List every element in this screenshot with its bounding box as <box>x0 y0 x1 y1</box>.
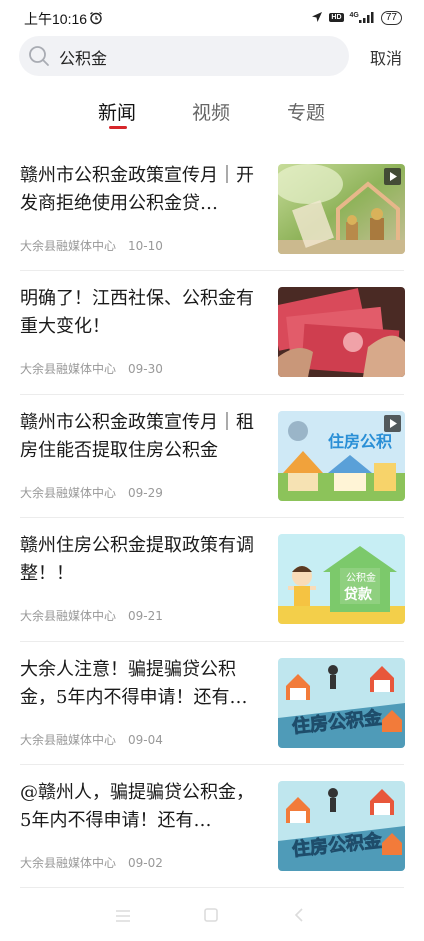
battery-indicator: 77 <box>380 10 402 25</box>
divider <box>20 641 404 642</box>
list-item[interactable]: 赣州住房公积金提取政策有调整！！ 大余县融媒体中心 09-21 公积金 贷款 <box>0 530 424 640</box>
system-navigation-bar <box>0 895 424 935</box>
menu-icon[interactable] <box>116 907 130 926</box>
article-thumbnail[interactable]: 住房公积金 <box>278 781 405 871</box>
search-input[interactable]: 公积金 <box>59 45 107 69</box>
home-icon[interactable] <box>204 907 218 926</box>
article-date: 09-04 <box>128 733 163 747</box>
play-icon <box>384 415 401 432</box>
article-date: 09-30 <box>128 362 163 376</box>
thumbnail-text: 贷款 <box>344 586 373 603</box>
article-thumbnail[interactable] <box>278 164 405 254</box>
article-meta: 大余县融媒体中心 09-21 <box>20 607 163 624</box>
article-thumbnail[interactable] <box>278 287 405 377</box>
article-title[interactable]: @赣州人，骗提骗贷公积金，5年内不得申请！还有… <box>20 779 258 835</box>
divider <box>20 764 404 765</box>
article-meta: 大余县融媒体中心 10-10 <box>20 237 163 254</box>
divider <box>20 887 404 888</box>
article-source: 大余县融媒体中心 <box>20 239 117 253</box>
list-item[interactable]: 明确了！江西社保、公积金有重大变化！ 大余县融媒体中心 09-30 <box>0 283 424 393</box>
active-tab-indicator <box>109 126 127 129</box>
list-item[interactable]: 赣州市公积金政策宣传月｜租房住能否提取住房公积金 大余县融媒体中心 09-29 住… <box>0 407 424 517</box>
search-icon <box>27 44 51 72</box>
article-source: 大余县融媒体中心 <box>20 733 117 747</box>
hd-icon: HD <box>329 13 344 22</box>
tab-video[interactable]: 视频 <box>192 98 230 125</box>
tab-topics[interactable]: 专题 <box>287 98 325 125</box>
article-title[interactable]: 赣州市公积金政策宣传月｜开发商拒绝使用公积金贷… <box>20 162 258 218</box>
alarm-icon <box>89 10 103 29</box>
thumbnail-text: 公积金 <box>346 571 376 584</box>
article-source: 大余县融媒体中心 <box>20 362 117 376</box>
article-title[interactable]: 明确了！江西社保、公积金有重大变化！ <box>20 285 258 341</box>
status-time: 上午10:16 <box>24 11 88 27</box>
article-thumbnail[interactable]: 住房公积 <box>278 411 405 501</box>
article-source: 大余县融媒体中心 <box>20 609 117 623</box>
article-source: 大余县融媒体中心 <box>20 856 117 870</box>
article-meta: 大余县融媒体中心 09-04 <box>20 731 163 748</box>
thumbnail-text: 住房公积 <box>328 432 392 451</box>
article-date: 09-29 <box>128 486 163 500</box>
article-source: 大余县融媒体中心 <box>20 486 117 500</box>
article-date: 09-21 <box>128 609 163 623</box>
article-title[interactable]: 赣州住房公积金提取政策有调整！！ <box>20 532 258 588</box>
article-title[interactable]: 赣州市公积金政策宣传月｜租房住能否提取住房公积金 <box>20 409 258 465</box>
result-tabs: 新闻 视频 专题 <box>0 98 424 138</box>
back-icon[interactable] <box>294 907 304 926</box>
search-bar[interactable]: 公积金 <box>19 36 349 76</box>
divider <box>20 517 404 518</box>
article-thumbnail[interactable]: 住房公积金 <box>278 658 405 748</box>
divider <box>20 270 404 271</box>
cancel-button[interactable]: 取消 <box>370 45 402 69</box>
list-item[interactable]: 大余人注意！骗提骗贷公积金，5年内不得申请！还有… 大余县融媒体中心 09-04 … <box>0 654 424 764</box>
article-thumbnail[interactable]: 公积金 贷款 <box>278 534 405 624</box>
article-date: 10-10 <box>128 239 163 253</box>
article-date: 09-02 <box>128 856 163 870</box>
signal-icon: 4G <box>350 12 375 23</box>
article-meta: 大余县融媒体中心 09-02 <box>20 854 163 871</box>
list-item[interactable]: 赣州市公积金政策宣传月｜开发商拒绝使用公积金贷… 大余县融媒体中心 10-10 <box>0 160 424 270</box>
article-title[interactable]: 大余人注意！骗提骗贷公积金，5年内不得申请！还有… <box>20 656 258 712</box>
play-icon <box>384 168 401 185</box>
tab-news[interactable]: 新闻 <box>98 98 136 125</box>
divider <box>20 394 404 395</box>
article-meta: 大余县融媒体中心 09-30 <box>20 360 163 377</box>
list-item[interactable]: @赣州人，骗提骗贷公积金，5年内不得申请！还有… 大余县融媒体中心 09-02 住… <box>0 777 424 887</box>
network-type: 4G <box>349 12 359 19</box>
location-icon <box>311 8 323 27</box>
article-meta: 大余县融媒体中心 09-29 <box>20 484 163 501</box>
status-bar: 上午10:16 HD 4G 77 <box>0 0 424 34</box>
